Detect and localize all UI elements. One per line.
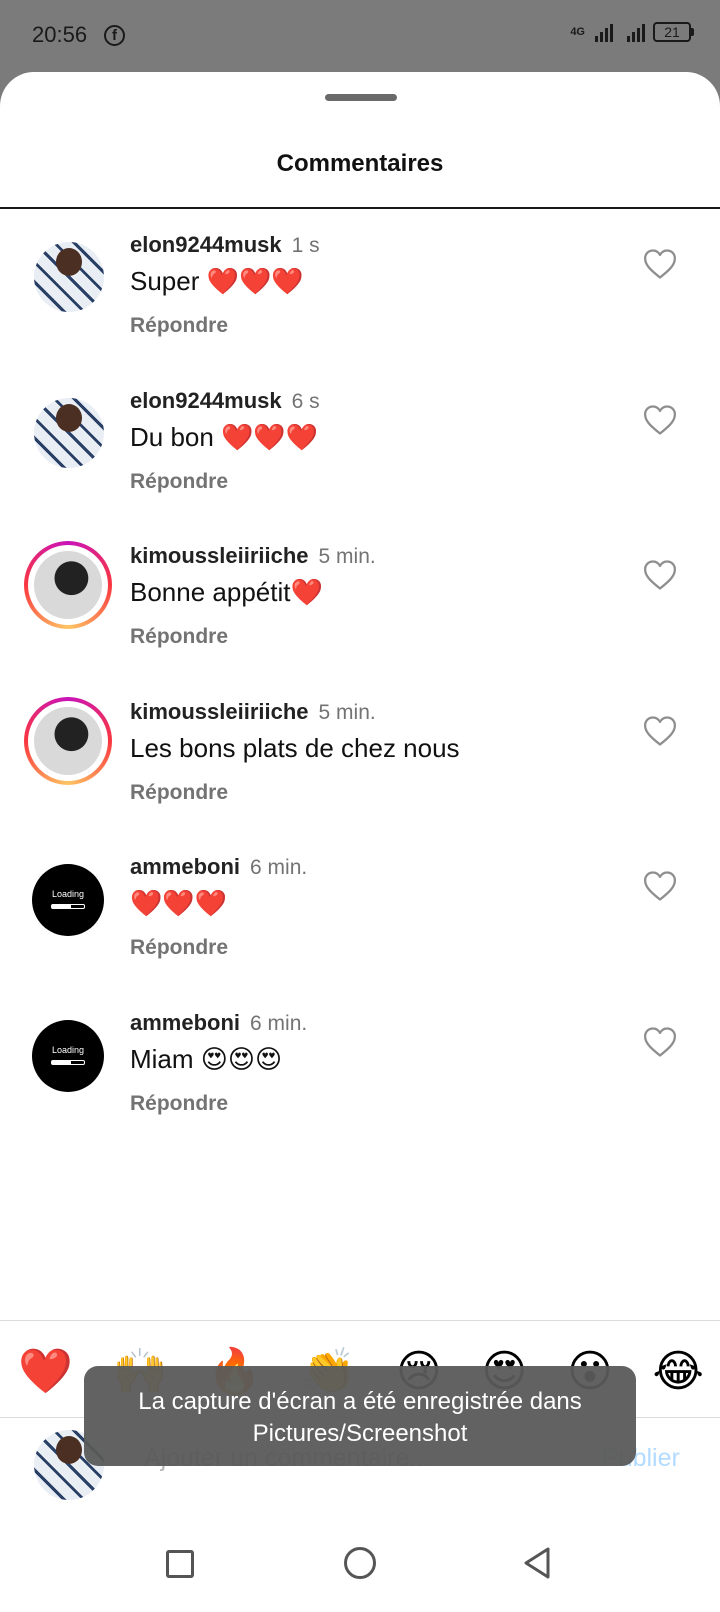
comment-row: kimoussleiiriiche 5 min. Bonne appétit❤️ Ré… bbox=[0, 541, 720, 703]
like-heart-icon[interactable] bbox=[643, 715, 677, 747]
user-avatar[interactable] bbox=[34, 398, 104, 468]
status-time: 20:56 bbox=[32, 22, 88, 47]
user-avatar[interactable]: Loading bbox=[32, 1020, 104, 1092]
sheet-title: Commentaires bbox=[276, 150, 444, 177]
navigation-bar bbox=[0, 1502, 720, 1612]
screenshot-toast: La capture d'écran a été enregistrée dan… bbox=[84, 1366, 636, 1466]
comment-time: 5 min. bbox=[318, 545, 376, 568]
comment-row: elon9244musk 6 s Du bon ❤️❤️❤️ Répondre bbox=[0, 388, 720, 548]
comment-row: Loading ammeboni 6 min. ❤️❤️❤️ Répondre bbox=[0, 854, 720, 1014]
comment-row: Loading ammeboni 6 min. Miam 😍😍😍 Répondre bbox=[0, 1010, 720, 1170]
like-heart-icon[interactable] bbox=[643, 870, 677, 902]
avatar-loading-text: Loading bbox=[51, 1045, 85, 1055]
facebook-notification-icon: f bbox=[104, 25, 125, 46]
comment-text: ❤️❤️❤️ bbox=[130, 888, 228, 918]
comment-time: 1 s bbox=[291, 234, 320, 257]
reply-button[interactable]: Répondre bbox=[130, 936, 228, 960]
reply-button[interactable]: Répondre bbox=[130, 625, 228, 649]
like-heart-icon[interactable] bbox=[643, 404, 677, 436]
comment-username[interactable]: ammeboni 6 min. bbox=[130, 1010, 307, 1036]
comment-time: 6 min. bbox=[250, 856, 308, 879]
like-heart-icon[interactable] bbox=[643, 1026, 677, 1058]
like-heart-icon[interactable] bbox=[643, 559, 677, 591]
battery-level: 21 bbox=[653, 22, 691, 42]
comment-username[interactable]: kimoussleiiriiche 5 min. bbox=[130, 543, 376, 569]
user-avatar[interactable] bbox=[34, 242, 104, 312]
divider bbox=[0, 1320, 720, 1321]
user-avatar-story-ring[interactable] bbox=[24, 541, 112, 629]
toast-line-1: La capture d'écran a été enregistrée dan… bbox=[138, 1388, 582, 1415]
title-divider bbox=[0, 207, 720, 209]
comment-username[interactable]: elon9244musk 6 s bbox=[130, 388, 320, 414]
home-button[interactable] bbox=[344, 1547, 376, 1579]
status-bar: 20:56 f 4G 21 bbox=[0, 0, 720, 72]
battery-icon: 21 bbox=[653, 22, 694, 42]
comment-text: Du bon ❤️❤️❤️ bbox=[130, 422, 319, 452]
network-type-label: 4G bbox=[570, 26, 585, 38]
comment-username[interactable]: elon9244musk 1 s bbox=[130, 232, 320, 258]
reply-button[interactable]: Répondre bbox=[130, 1092, 228, 1116]
status-icons: 4G 21 bbox=[570, 22, 694, 42]
comment-username[interactable]: kimoussleiiriiche 5 min. bbox=[130, 699, 376, 725]
drag-handle[interactable] bbox=[325, 94, 397, 101]
reply-button[interactable]: Répondre bbox=[130, 781, 228, 805]
comment-time: 6 min. bbox=[250, 1012, 308, 1035]
comment-text: Super ❤️❤️❤️ bbox=[130, 266, 304, 296]
comment-text: Miam 😍😍😍 bbox=[130, 1044, 283, 1074]
reply-button[interactable]: Répondre bbox=[130, 470, 228, 494]
comment-text: Les bons plats de chez nous bbox=[130, 733, 460, 763]
emoji-button[interactable]: ❤️ bbox=[18, 1350, 73, 1394]
toast-line-2: Pictures/Screenshot bbox=[252, 1420, 468, 1447]
comment-text: Bonne appétit❤️ bbox=[130, 577, 323, 607]
comment-time: 5 min. bbox=[318, 701, 376, 724]
like-heart-icon[interactable] bbox=[643, 248, 677, 280]
comment-row: kimoussleiiriiche 5 min. Les bons plats de… bbox=[0, 697, 720, 859]
comment-time: 6 s bbox=[291, 390, 320, 413]
back-button[interactable] bbox=[522, 1546, 552, 1580]
emoji-button[interactable]: 😂 bbox=[653, 1350, 704, 1394]
comment-username[interactable]: ammeboni 6 min. bbox=[130, 854, 307, 880]
recent-apps-button[interactable] bbox=[166, 1550, 194, 1578]
signal-icon bbox=[595, 22, 613, 42]
user-avatar[interactable]: Loading bbox=[32, 864, 104, 936]
avatar-loading-text: Loading bbox=[51, 889, 85, 899]
signal-icon-secondary bbox=[627, 22, 645, 42]
user-avatar-story-ring[interactable] bbox=[24, 697, 112, 785]
comment-row: elon9244musk 1 s Super ❤️❤️❤️ Répondre bbox=[0, 232, 720, 392]
reply-button[interactable]: Répondre bbox=[130, 314, 228, 338]
comments-sheet: Commentaires elon9244musk 1 s Super ❤️❤️❤️… bbox=[0, 72, 720, 1612]
